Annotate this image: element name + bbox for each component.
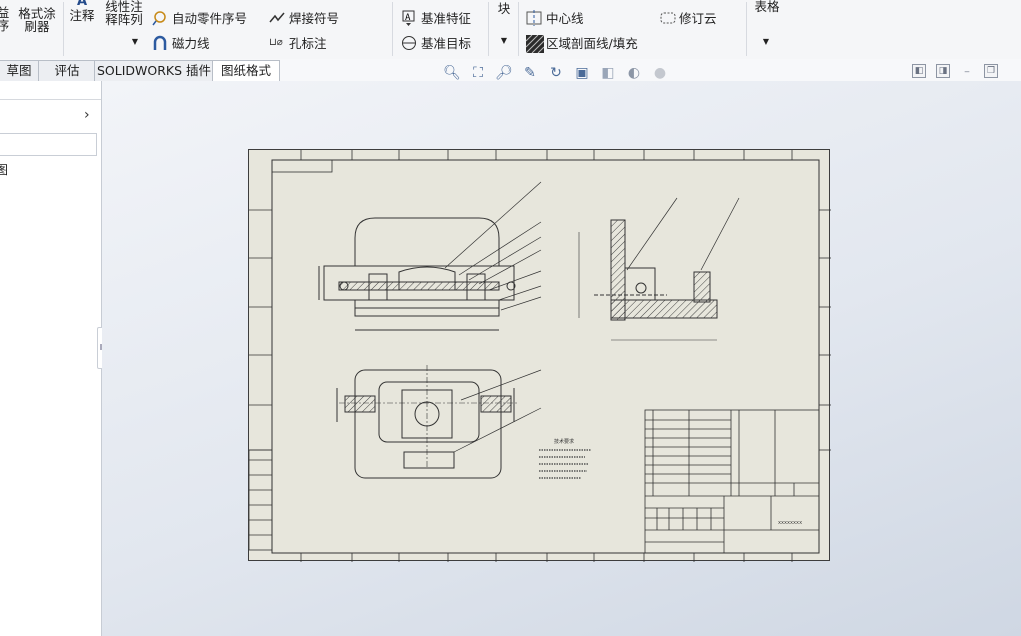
select-icon[interactable]: ✎ <box>520 64 540 82</box>
linear-note-pattern-button[interactable]: 线性注 释阵列 ▼ <box>101 0 147 48</box>
datum-feature-label: 基准特征 <box>421 11 472 26</box>
tab-evaluate[interactable]: 评估 <box>38 60 96 81</box>
magnetic-line-button[interactable]: 磁力线 <box>152 33 210 52</box>
datum-target-button[interactable]: 基准目标 <box>401 33 471 52</box>
display-style-icon[interactable]: ◧ <box>598 64 618 82</box>
note-icon: A <box>76 0 88 9</box>
revision-cloud-icon <box>659 10 676 26</box>
area-hatch-label: 区域剖面线/填充 <box>546 36 638 51</box>
hatch-icon <box>525 34 545 53</box>
note-label: 注释 <box>69 8 95 23</box>
notes-title: 技术要求 <box>554 438 574 445</box>
tab-sheet-format-label: 图纸格式 <box>220 63 271 78</box>
section-view-icon[interactable]: ▣ <box>572 64 592 82</box>
tab-solidworks-addins[interactable]: SOLIDWORKS 插件 <box>94 60 214 81</box>
window-controls: ◧ ◨ _ ❐ <box>912 64 998 78</box>
block-label: 块 <box>497 1 511 16</box>
restore-icon[interactable]: ❐ <box>984 64 998 78</box>
hole-callout-button[interactable]: ⊔⌀ 孔标注 <box>269 33 327 52</box>
revision-cloud-label: 修订云 <box>679 11 717 26</box>
table-label: 表格 <box>754 0 780 14</box>
chevron-right-icon[interactable]: › <box>84 107 90 123</box>
heads-up-view-toolbar: 🔍︎ ⛶ 🔎︎ ✎ ↻ ▣ ◧ ◐ ● <box>442 63 670 83</box>
chevron-down-icon[interactable]: ▼ <box>123 35 147 48</box>
rotate-icon[interactable]: ↻ <box>546 64 566 82</box>
minimize-icon[interactable]: _ <box>960 64 974 78</box>
zone-markers <box>249 150 831 562</box>
svg-text:A: A <box>405 13 411 23</box>
tab-evaluate-label: 评估 <box>54 63 80 78</box>
title-block <box>644 409 820 554</box>
format-painter-label: 格式涂 刷器 <box>18 6 56 34</box>
zoom-to-area-icon[interactable]: ⛶ <box>468 64 488 82</box>
zoom-in-out-icon[interactable]: 🔎︎ <box>494 64 514 82</box>
hole-callout-icon: ⊔⌀ <box>269 36 283 48</box>
linear-note-pattern-label: 线性注 释阵列 <box>105 0 143 27</box>
side-view <box>578 197 740 341</box>
partial-command-label: 益 序 <box>0 5 10 33</box>
centerline-label: 中心线 <box>546 11 584 26</box>
chevron-down-icon[interactable]: ▼ <box>750 35 782 48</box>
tab-sketch-label: 草图 <box>6 63 32 78</box>
weld-symbol-button[interactable]: 焊接符号 <box>269 8 339 27</box>
side-table <box>248 449 273 551</box>
tab-sheet-format[interactable]: 图纸格式 <box>212 60 280 81</box>
partial-command-button[interactable]: 益 序 <box>0 6 10 32</box>
magnetic-line-icon <box>152 35 168 51</box>
weld-symbol-label: 焊接符号 <box>289 11 340 26</box>
table-button[interactable]: 表格 ▼ <box>752 0 782 48</box>
datum-feature-button[interactable]: A 基准特征 <box>401 8 471 27</box>
centerline-icon <box>526 9 542 26</box>
panel-right-icon[interactable]: ◨ <box>936 64 950 78</box>
weld-symbol-icon <box>269 10 285 26</box>
auto-balloon-icon <box>152 10 168 26</box>
auto-balloon-label: 自动零件序号 <box>172 11 248 26</box>
tab-addins-label: SOLIDWORKS 插件 <box>96 63 212 78</box>
hole-callout-label: 孔标注 <box>289 36 327 51</box>
feature-manager-panel: › 图 <box>0 81 109 636</box>
revision-cloud-button[interactable]: 修订云 <box>659 8 717 27</box>
datum-target-label: 基准目标 <box>421 36 472 51</box>
tab-sketch[interactable]: 草图 <box>0 60 40 81</box>
panel-divider <box>0 89 101 100</box>
inner-border <box>271 159 820 554</box>
datum-target-icon <box>401 35 417 51</box>
graphics-area[interactable]: 技术要求 xxxxxxxx <box>102 81 1021 636</box>
filter-input[interactable] <box>0 133 97 156</box>
block-button[interactable]: 块 ▼ <box>494 2 514 47</box>
appearance-icon[interactable]: ● <box>650 64 670 82</box>
front-view <box>318 217 516 331</box>
tree-item-label[interactable]: 图 <box>0 161 8 178</box>
hide-show-icon[interactable]: ◐ <box>624 64 644 82</box>
drawing-sheet[interactable]: 技术要求 xxxxxxxx <box>248 149 831 562</box>
note-button[interactable]: A 注释 <box>67 0 97 22</box>
chevron-down-icon[interactable]: ▼ <box>494 34 514 47</box>
datum-feature-icon: A <box>401 10 417 26</box>
magnetic-line-label: 磁力线 <box>172 36 210 51</box>
technical-notes: 技术要求 <box>539 438 591 479</box>
title-block-company: xxxxxxxx <box>778 520 802 526</box>
auto-balloon-button[interactable]: 自动零件序号 <box>152 8 247 27</box>
panel-left-icon[interactable]: ◧ <box>912 64 926 78</box>
leader-lines <box>444 181 542 311</box>
centerline-button[interactable]: 中心线 <box>526 8 584 27</box>
format-painter-button[interactable]: 格式涂 刷器 <box>14 0 60 33</box>
command-manager-ribbon: 益 序 格式涂 刷器 A 注释 线性注 释阵列 ▼ 自动零件序号 磁力线 焊接符… <box>0 0 1021 60</box>
zoom-to-fit-icon[interactable]: 🔍︎ <box>442 64 462 82</box>
area-hatch-button[interactable]: 区域剖面线/填充 <box>525 33 638 53</box>
drawing-svg: 技术要求 xxxxxxxx <box>248 150 831 562</box>
top-view <box>336 365 542 479</box>
